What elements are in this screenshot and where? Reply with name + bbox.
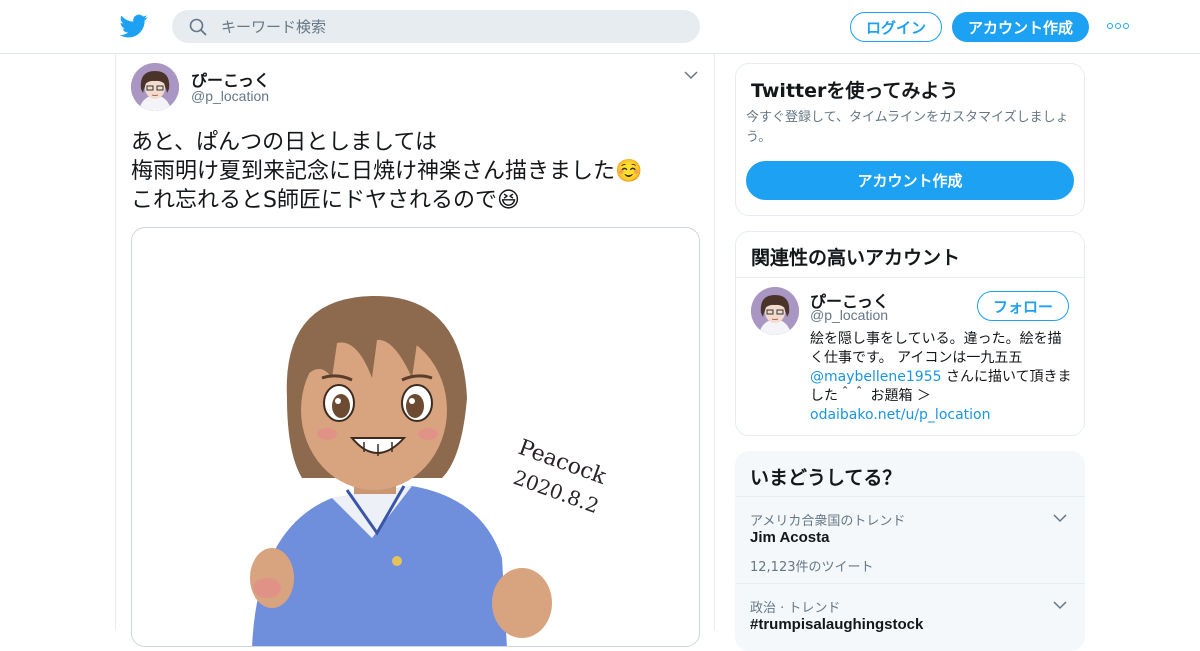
top-bar: ログイン アカウント作成 [0, 0, 1200, 54]
bio-mention-link[interactable]: @maybellene1955 [810, 369, 942, 385]
tweet-text-line: 梅雨明け夏到来記念に日焼け神楽さん描きました☺️ [131, 159, 643, 184]
related-accounts-title: 関連性の高いアカウント [751, 247, 961, 269]
related-account-bio: 絵を隠し事をしている。違った。絵を描く仕事です。 アイコンは一九五五 @mayb… [810, 330, 1075, 425]
signup-card: Twitterを使ってみよう 今すぐ登録して、タイムラインをカスタマイズしましょ… [735, 63, 1085, 216]
tweet-text: あと、ぱんつの日としましては 梅雨明け夏到来記念に日焼け神楽さん描きました☺️ … [131, 128, 701, 215]
chevron-down-icon[interactable] [684, 70, 698, 80]
trend-name[interactable]: #trumpisalaughingstock [750, 616, 923, 633]
trend-name[interactable]: Jim Acosta [750, 529, 829, 546]
bio-url-link[interactable]: odaibako.net/u/p_location [810, 407, 990, 423]
signup-card-description: 今すぐ登録して、タイムラインをカスタマイズしましょう。 [746, 110, 1069, 145]
create-account-button[interactable]: アカウント作成 [746, 161, 1074, 200]
trend-context: 政治 · トレンド [750, 601, 841, 616]
related-account-handle[interactable]: @p_location [810, 307, 888, 323]
more-options-icon[interactable] [1107, 20, 1131, 32]
tweet-image[interactable]: Peacock 2020.8.2 [131, 227, 700, 647]
twitter-bird-icon[interactable] [120, 12, 148, 40]
trend-tweet-count: 12,123件のツイート [750, 560, 874, 575]
tweet-text-line: あと、ぱんつの日としましては [131, 130, 438, 155]
trend-item[interactable]: アメリカ合衆国のトレンド Jim Acosta 12,123件のツイート [735, 496, 1085, 583]
tweet-card: ぴーこっく @p_location あと、ぱんつの日としましては 梅雨明け夏到来… [115, 54, 715, 647]
trend-context: アメリカ合衆国のトレンド [750, 514, 906, 529]
bio-text: 絵を隠し事をしている。違った。絵を描く仕事です。 アイコンは一九五五 [810, 331, 1062, 366]
search-input[interactable] [221, 17, 661, 36]
illustration: Peacock 2020.8.2 [250, 295, 610, 646]
avatar[interactable] [131, 63, 179, 111]
signup-button[interactable]: アカウント作成 [952, 12, 1089, 42]
follow-button[interactable]: フォロー [977, 291, 1069, 321]
divider [736, 277, 1084, 278]
trend-item[interactable]: 政治 · トレンド #trumpisalaughingstock [735, 583, 1085, 651]
trends-card: いまどうしてる？ アメリカ合衆国のトレンド Jim Acosta 12,123件… [735, 451, 1085, 651]
login-button[interactable]: ログイン [850, 12, 942, 42]
tweet-author-handle[interactable]: @p_location [191, 88, 269, 104]
search-icon [189, 18, 207, 35]
trends-title: いまどうしてる？ [750, 467, 902, 489]
signup-card-title: Twitterを使ってみよう [751, 80, 959, 102]
related-accounts-card: 関連性の高いアカウント ぴーこっく @p_location フォロー 絵を隠し事… [735, 231, 1085, 436]
tweet-text-line: これ忘れるとS師匠にドヤされるので😆 [131, 188, 520, 213]
avatar[interactable] [751, 287, 799, 335]
chevron-down-icon[interactable] [1053, 600, 1067, 610]
search-box[interactable] [172, 10, 700, 43]
chevron-down-icon[interactable] [1053, 513, 1067, 523]
